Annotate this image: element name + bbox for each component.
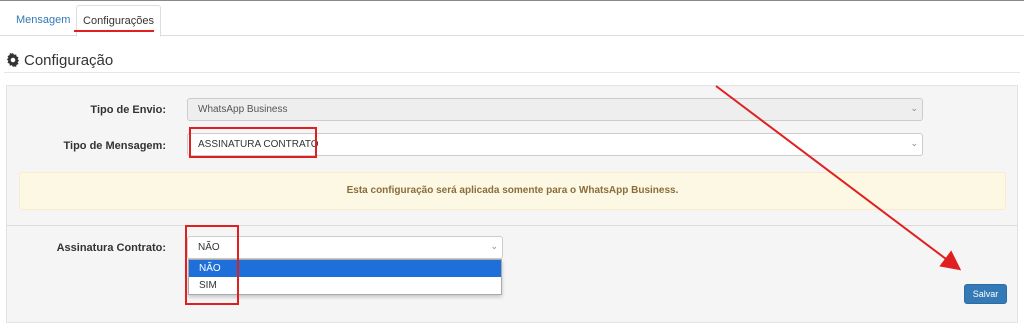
annotation-arrow (715, 85, 962, 271)
